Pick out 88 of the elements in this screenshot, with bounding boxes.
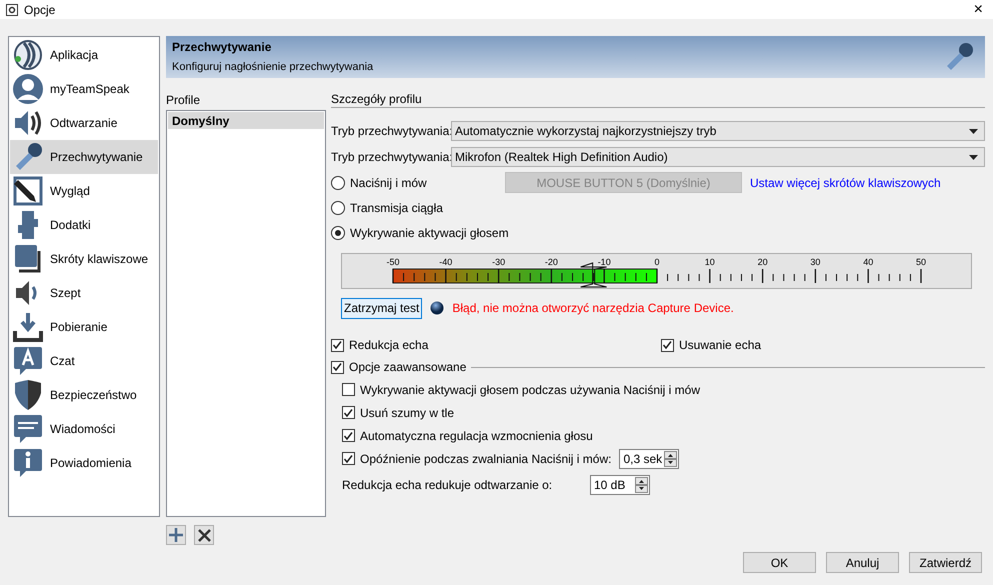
checkbox-label[interactable]: Redukcja echa — [349, 336, 428, 354]
scale-label: 20 — [758, 257, 768, 267]
pencil-icon — [12, 175, 44, 207]
field-label: Tryb przechwytywania: — [331, 123, 451, 140]
checkbox[interactable] — [331, 338, 344, 352]
dialog-button[interactable]: OK — [743, 552, 816, 573]
checkbox-label[interactable]: Opóźnienie podczas zwalniania Naciśnij i mów: — [360, 450, 612, 468]
info-icon — [12, 447, 44, 479]
header-subtitle: Konfiguruj nagłośnienie przechwytywania — [172, 60, 374, 76]
sidebar-item[interactable]: Szept — [10, 276, 158, 310]
header-title: Przechwytywanie — [172, 39, 272, 56]
scale-label: -20 — [544, 257, 558, 267]
sidebar-item[interactable]: Aplikacja — [10, 38, 158, 72]
sidebar-item[interactable]: myTeamSpeak — [10, 72, 158, 106]
scale-label: 30 — [810, 257, 820, 267]
scale-label: 10 — [704, 257, 715, 267]
plus-icon — [169, 528, 183, 542]
profiles-label: Profile — [166, 92, 202, 109]
shield-icon — [12, 379, 44, 411]
scale-label: -40 — [439, 257, 452, 267]
radio-button[interactable] — [331, 200, 345, 214]
scale-label: -30 — [492, 257, 506, 267]
chat-icon — [12, 345, 44, 377]
spin-box[interactable]: 10 dB — [590, 474, 650, 494]
check-icon — [343, 408, 354, 418]
checkbox-label[interactable]: Usuń szumy w tle — [360, 404, 454, 422]
window-title: Opcje — [24, 2, 56, 18]
sidebar-item[interactable]: Pobieranie — [10, 310, 158, 344]
dialog-button[interactable]: Anuluj — [826, 552, 899, 573]
radio-label[interactable]: Naciśnij i mów — [350, 174, 500, 192]
checkbox-label[interactable]: Usuwanie echa — [679, 336, 762, 354]
scale-label: -10 — [598, 257, 611, 267]
person-icon — [12, 73, 44, 105]
checkbox-label[interactable]: Automatyczna regulacja wzmocnienia głosu — [360, 426, 593, 444]
field-label: Redukcja echa redukuje odtwarzanie o: — [342, 476, 554, 494]
checkbox[interactable] — [342, 383, 355, 396]
checkbox-label[interactable]: Wykrywanie aktywacji głosem podczas używania Naciśnij i mów — [360, 380, 700, 398]
sidebar-item[interactable]: Powiadomienia — [10, 446, 158, 480]
message-icon — [12, 413, 44, 445]
check-icon — [332, 340, 343, 350]
dropdown[interactable]: Mikrofon (Realtek High Definition Audio) — [451, 147, 985, 167]
close-button[interactable]: × — [970, 2, 987, 18]
check-icon — [662, 340, 673, 350]
profile-item[interactable]: Domyślny — [168, 112, 324, 129]
window-icon — [5, 2, 19, 16]
checkbox[interactable] — [342, 452, 355, 465]
checkbox-label[interactable]: Opcje zaawansowane — [349, 358, 466, 376]
download-icon — [12, 311, 44, 343]
sidebar-item[interactable]: Przechwytywanie — [10, 140, 158, 174]
checkbox[interactable] — [342, 429, 355, 442]
spin-box[interactable]: 0,3 sek — [619, 448, 680, 468]
sidebar-item[interactable]: Odtwarzanie — [10, 106, 158, 140]
stop-test-button[interactable]: Zatrzymaj test — [341, 298, 422, 318]
radio-button[interactable] — [331, 176, 345, 190]
remove-button[interactable] — [194, 525, 214, 545]
dialog-button[interactable]: Zatwierdź — [909, 552, 982, 573]
caret-icon — [969, 128, 978, 134]
details-title: Szczegóły profilu — [331, 91, 423, 107]
radio-button[interactable] — [331, 226, 345, 240]
sidebar-item[interactable]: Wiadomości — [10, 412, 158, 446]
sidebar-item[interactable]: Bezpieczeństwo — [10, 378, 158, 412]
scale-label: -50 — [386, 257, 400, 267]
caret-icon — [969, 154, 978, 160]
sidebar-item[interactable]: Wygląd — [10, 174, 158, 208]
checkbox[interactable] — [661, 338, 674, 352]
scale-label: 50 — [916, 257, 926, 267]
checkbox[interactable] — [342, 406, 355, 419]
field-label: Tryb przechwytywania: — [331, 149, 451, 166]
sidebar-item[interactable]: Dodatki — [10, 208, 158, 242]
check-icon — [332, 362, 343, 372]
close-icon — [198, 528, 210, 542]
dropdown[interactable]: Automatycznie wykorzystaj najkorzystniejszy tryb — [451, 121, 985, 141]
sidebar-item[interactable]: Skróty klawiszowe — [10, 242, 158, 276]
spin-arrows-icon — [635, 476, 648, 492]
checkbox[interactable] — [331, 360, 344, 374]
check-icon — [343, 430, 354, 440]
scale-label: 0 — [654, 257, 660, 267]
hotkey-link[interactable]: Ustaw więcej skrótów klawiszowych — [750, 174, 941, 192]
add-button[interactable] — [166, 525, 186, 545]
headset-icon — [12, 39, 44, 71]
spin-arrows-icon — [664, 450, 678, 466]
status-indicator-icon — [430, 301, 444, 315]
scale-label: 40 — [863, 257, 874, 267]
error-message: Błąd, nie można otworzyć narzędzia Capture Device. — [452, 300, 734, 317]
radio-label[interactable]: Transmisja ciągła — [350, 198, 443, 216]
check-icon — [343, 454, 354, 464]
radio-label[interactable]: Wykrywanie aktywacji głosem — [350, 224, 509, 242]
sidebar-item[interactable]: Czat — [10, 344, 158, 378]
